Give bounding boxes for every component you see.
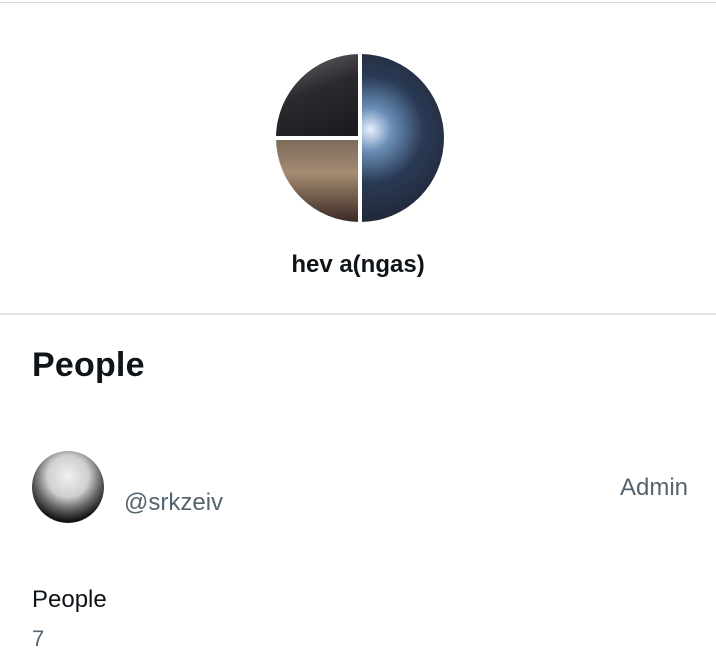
group-avatar-photo-1	[276, 54, 358, 136]
member-handle: @srkzeiv	[124, 489, 224, 516]
group-name: hev a(ngas)	[291, 251, 425, 278]
people-section-title: People	[32, 346, 145, 384]
group-avatar-photo-3	[362, 54, 444, 222]
member-role-badge: Admin	[619, 474, 688, 501]
people-count-value: 7	[32, 626, 45, 651]
section-divider	[0, 313, 716, 315]
group-avatar[interactable]	[276, 54, 444, 222]
group-avatar-photo-2	[276, 140, 358, 222]
people-count-label: People	[32, 586, 107, 613]
avatar[interactable]	[32, 451, 104, 523]
group-header: hev a(ngas)	[0, 3, 716, 313]
member-row[interactable]: @srkzeiv Admin	[0, 440, 716, 536]
